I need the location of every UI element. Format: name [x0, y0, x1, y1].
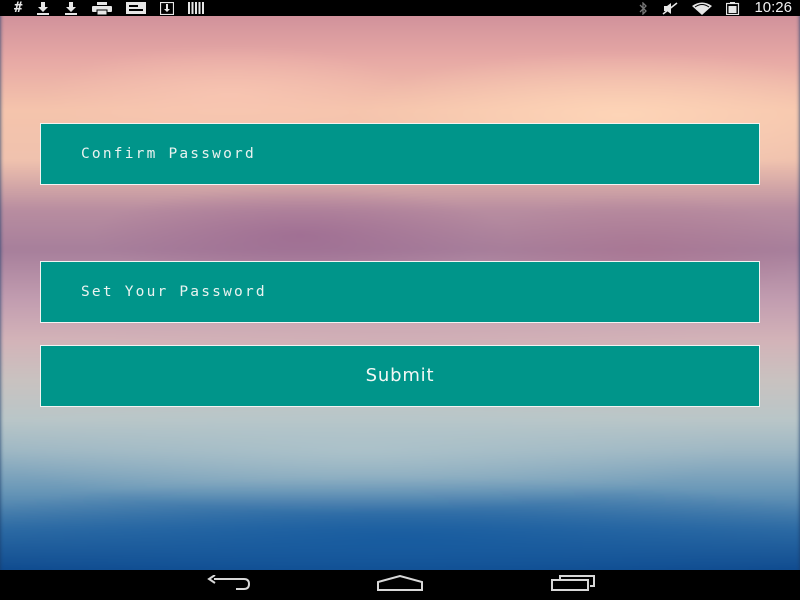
signal-bars-icon — [188, 2, 205, 14]
set-password-placeholder: Set Your Password — [81, 284, 267, 300]
battery-icon — [726, 1, 740, 15]
notification-icons: # — [14, 0, 205, 16]
navigation-bar — [0, 570, 800, 600]
mute-icon — [662, 1, 678, 15]
bluetooth-icon — [638, 1, 648, 15]
printer-icon — [92, 1, 113, 15]
confirm-password-placeholder: Confirm Password — [81, 146, 256, 162]
home-button[interactable] — [370, 573, 430, 597]
home-icon — [376, 574, 424, 595]
save-icon — [160, 1, 175, 15]
download-icon — [36, 1, 50, 15]
back-icon — [206, 574, 252, 595]
system-icons: 10:26 — [638, 0, 792, 16]
wifi-icon — [692, 2, 713, 15]
hash-icon: # — [14, 0, 23, 16]
download-icon — [64, 1, 78, 15]
card-icon — [126, 2, 147, 14]
screen: # 10:26 Confirm Password Set Your Passwo… — [0, 0, 800, 600]
back-button[interactable] — [199, 573, 259, 597]
status-bar: # 10:26 — [0, 0, 800, 16]
confirm-password-field[interactable]: Confirm Password — [40, 123, 760, 185]
set-password-field[interactable]: Set Your Password — [40, 261, 760, 323]
recents-button[interactable] — [542, 573, 602, 597]
recents-icon — [548, 575, 596, 595]
clock: 10:26 — [754, 0, 792, 16]
submit-button[interactable]: Submit — [40, 345, 760, 407]
